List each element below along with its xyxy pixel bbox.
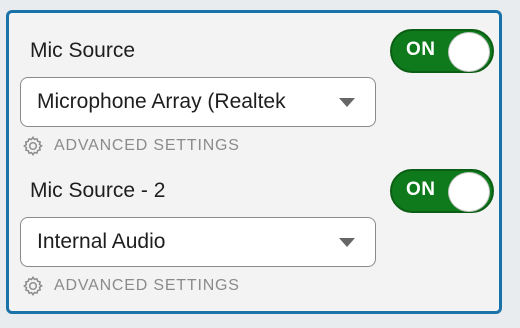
mic-source-2-dropdown[interactable]: Internal Audio (20, 217, 376, 267)
gear-icon (23, 276, 43, 297)
toggle-state-text: ON (406, 39, 436, 60)
dropdown-selected-value: Internal Audio (37, 230, 166, 253)
dropdown-selected-value: Microphone Array (Realtek (37, 90, 286, 113)
advanced-settings-link[interactable]: ADVANCED SETTINGS (22, 274, 240, 298)
chevron-down-icon (339, 238, 355, 247)
toggle-state-text: ON (406, 179, 436, 200)
mic-source-toggle[interactable]: ON (390, 29, 494, 73)
chevron-down-icon (339, 98, 355, 107)
toggle-knob (448, 172, 490, 212)
mic-source-dropdown[interactable]: Microphone Array (Realtek (20, 77, 376, 127)
toggle-knob (448, 32, 490, 72)
advanced-settings-link[interactable]: ADVANCED SETTINGS (22, 134, 240, 158)
advanced-settings-label: ADVANCED SETTINGS (54, 277, 240, 294)
gear-icon (23, 136, 43, 157)
mic-source-2-label: Mic Source - 2 (30, 179, 166, 202)
advanced-settings-label: ADVANCED SETTINGS (54, 137, 240, 154)
mic-source-2-toggle[interactable]: ON (390, 169, 494, 213)
mic-source-label: Mic Source (30, 39, 136, 62)
mic-sources-panel: Mic Source ON Microphone Array (Realtek … (6, 10, 502, 314)
